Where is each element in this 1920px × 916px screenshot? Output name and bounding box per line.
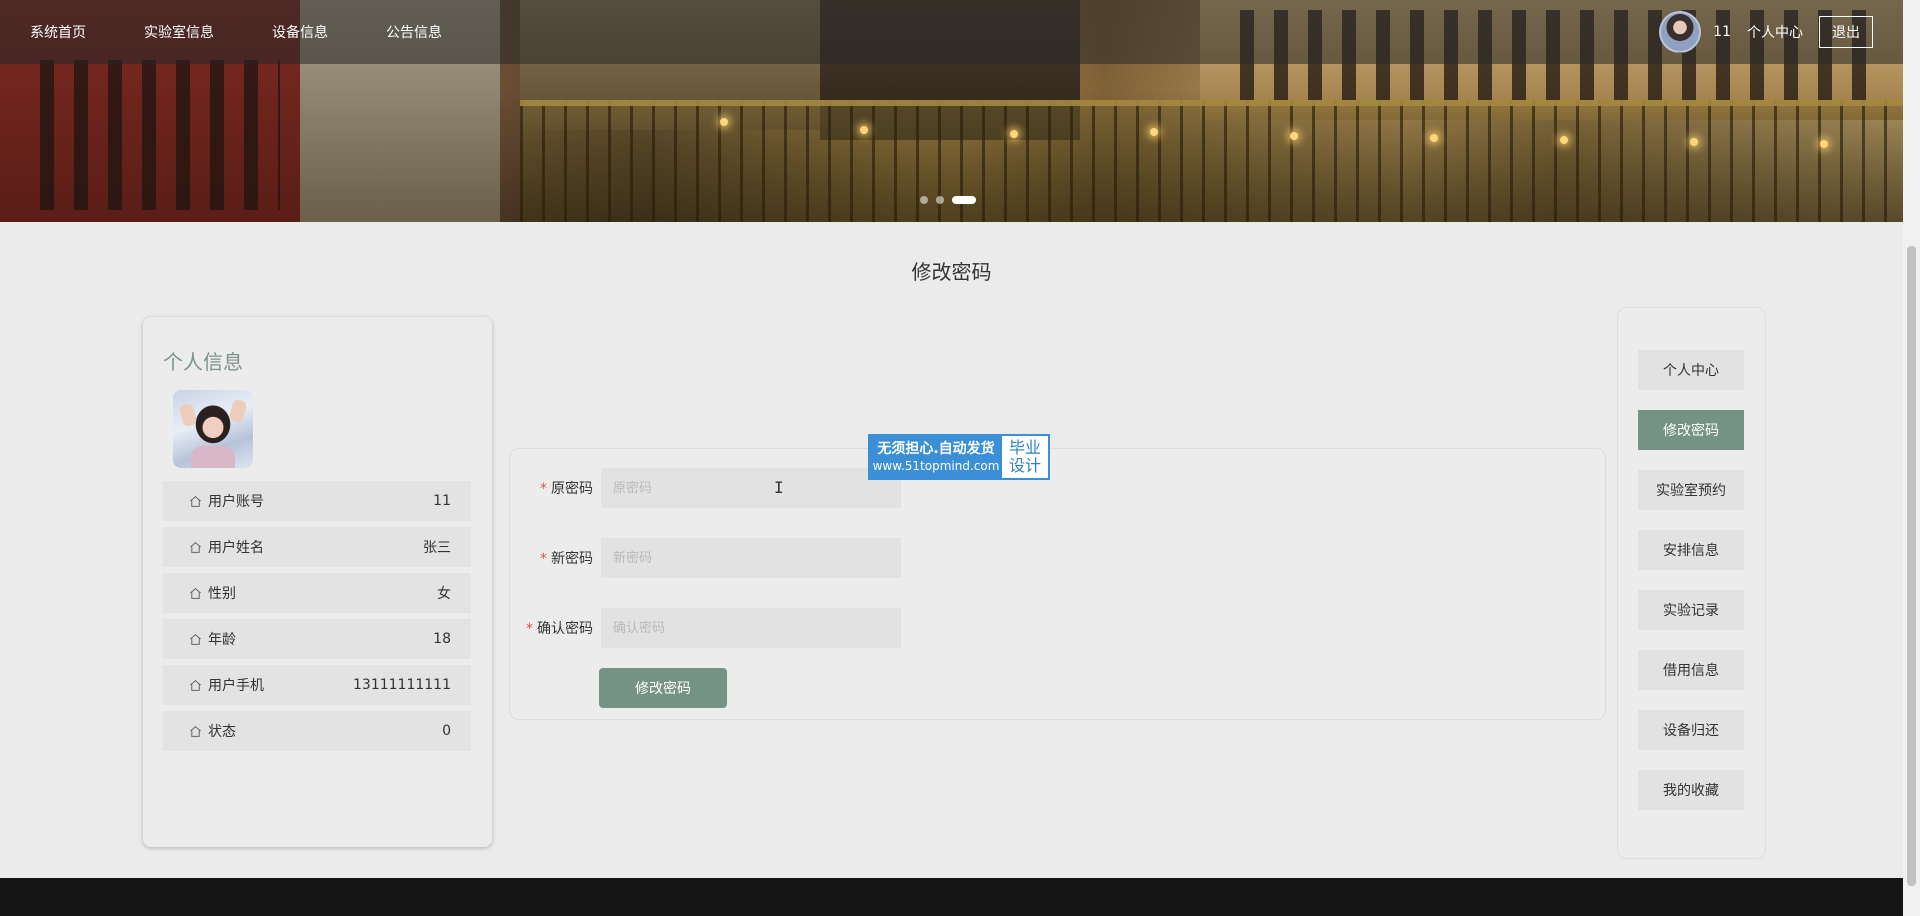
side-item-my-favorites[interactable]: 我的收藏 — [1638, 770, 1744, 810]
side-item-experiment-record[interactable]: 实验记录 — [1638, 590, 1744, 630]
carousel-dot-active[interactable] — [952, 196, 976, 204]
info-label: 用户姓名 — [208, 540, 264, 556]
page-scrollbar[interactable] — [1903, 0, 1920, 916]
new-password-input[interactable] — [601, 538, 901, 578]
nav-item-home[interactable]: 系统首页 — [30, 22, 86, 42]
field-label: 确认密码 — [537, 621, 593, 637]
watermark-right2: 设计 — [1008, 456, 1041, 475]
logout-button[interactable]: 退出 — [1819, 16, 1873, 48]
info-label: 用户手机 — [208, 678, 264, 694]
nav-menu: 系统首页 实验室信息 设备信息 公告信息 — [30, 0, 500, 64]
nav-item-lab-info[interactable]: 实验室信息 — [144, 22, 214, 42]
nav-item-notice-info[interactable]: 公告信息 — [386, 22, 442, 42]
carousel-dot[interactable] — [936, 196, 944, 204]
info-row-status: 状态 0 — [163, 711, 471, 751]
side-item-schedule-info[interactable]: 安排信息 — [1638, 530, 1744, 570]
page-title: 修改密码 — [911, 260, 992, 284]
field-label: 原密码 — [551, 481, 593, 497]
user-avatar[interactable] — [1659, 11, 1702, 53]
info-row-gender: 性别 女 — [163, 573, 471, 613]
home-icon — [189, 587, 202, 600]
side-item-change-password[interactable]: 修改密码 — [1638, 410, 1744, 450]
form-row-confirm-password: * 确认密码 — [510, 608, 1605, 648]
info-value: 0 — [442, 723, 451, 739]
personal-info-card: 个人信息 用户账号 11 用户姓名 张三 性别 女 年龄 18 用户手机 131… — [143, 317, 492, 847]
info-row-phone: 用户手机 13111111111 — [163, 665, 471, 705]
old-password-input[interactable] — [601, 468, 901, 508]
nav-user-area: 11 个人中心 退出 — [1659, 0, 1873, 64]
change-password-button[interactable]: 修改密码 — [599, 668, 727, 708]
change-password-form: * 原密码 * 新密码 * 确认密码 修改密码 — [509, 448, 1606, 720]
nav-item-device-info[interactable]: 设备信息 — [272, 22, 328, 42]
info-label: 状态 — [208, 724, 236, 740]
form-row-new-password: * 新密码 — [510, 538, 1605, 578]
watermark-badge: 无须担心.自动发货 www.51topmind.com 毕业 设计 — [868, 434, 1050, 480]
info-row-account: 用户账号 11 — [163, 481, 471, 521]
info-value: 张三 — [423, 540, 451, 556]
nav-personal-center-link[interactable]: 个人中心 — [1747, 22, 1803, 42]
footer — [0, 878, 1903, 916]
side-item-lab-reservation[interactable]: 实验室预约 — [1638, 470, 1744, 510]
user-side-menu: 个人中心 修改密码 实验室预约 安排信息 实验记录 借用信息 设备归还 我的收藏 — [1617, 307, 1766, 859]
watermark-right1: 毕业 — [1008, 438, 1041, 457]
profile-photo — [173, 390, 253, 468]
required-mark: * — [540, 551, 547, 567]
info-list: 用户账号 11 用户姓名 张三 性别 女 年龄 18 用户手机 13111111… — [163, 481, 471, 757]
info-value: 女 — [437, 586, 451, 602]
scrollbar-thumb[interactable] — [1907, 246, 1916, 886]
nav-username: 11 — [1713, 24, 1731, 40]
top-nav: 系统首页 实验室信息 设备信息 公告信息 11 个人中心 退出 — [0, 0, 1903, 64]
confirm-password-input[interactable] — [601, 608, 901, 648]
side-item-borrow-info[interactable]: 借用信息 — [1638, 650, 1744, 690]
info-label: 性别 — [208, 586, 236, 602]
info-value: 13111111111 — [353, 677, 451, 693]
text-cursor-icon: I — [774, 478, 784, 497]
form-row-old-password: * 原密码 — [510, 468, 1605, 508]
info-value: 18 — [433, 631, 451, 647]
required-mark: * — [540, 481, 547, 497]
home-icon — [189, 679, 202, 692]
watermark-line1: 无须担心.自动发货 — [877, 441, 995, 457]
home-icon — [189, 633, 202, 646]
carousel-dot[interactable] — [920, 196, 928, 204]
info-label: 用户账号 — [208, 494, 264, 510]
info-row-name: 用户姓名 张三 — [163, 527, 471, 567]
watermark-line2: www.51topmind.com — [872, 459, 1000, 473]
side-item-personal-center[interactable]: 个人中心 — [1638, 350, 1744, 390]
personal-info-heading: 个人信息 — [163, 350, 243, 374]
required-mark: * — [526, 621, 533, 637]
field-label: 新密码 — [551, 551, 593, 567]
home-icon — [189, 725, 202, 738]
side-item-device-return[interactable]: 设备归还 — [1638, 710, 1744, 750]
carousel-dots[interactable] — [920, 196, 976, 204]
home-icon — [189, 495, 202, 508]
info-value: 11 — [433, 493, 451, 509]
info-row-age: 年龄 18 — [163, 619, 471, 659]
info-label: 年龄 — [208, 632, 236, 648]
home-icon — [189, 541, 202, 554]
